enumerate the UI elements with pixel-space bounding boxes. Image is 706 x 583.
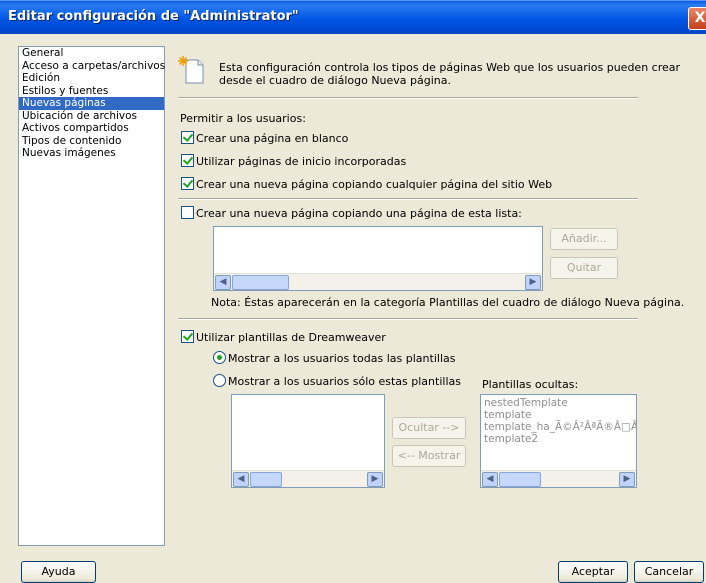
- show-all-label[interactable]: Mostrar a los usuarios todas las plantil…: [228, 352, 455, 365]
- category-item[interactable]: Activos compartidos: [19, 122, 164, 135]
- page-list-scrollbar[interactable]: ◀ ▶: [214, 273, 542, 290]
- copy-from-list-checkbox[interactable]: [181, 206, 194, 219]
- hidden-templates-label: Plantillas ocultas:: [482, 378, 579, 391]
- category-item[interactable]: General: [19, 47, 164, 60]
- blank-page-checkbox[interactable]: [181, 131, 194, 144]
- hidden-template-item[interactable]: nestedTemplate: [481, 397, 636, 409]
- separator: [178, 318, 638, 320]
- close-button[interactable]: X: [688, 7, 706, 30]
- permissions-label: Permitir a los usuarios:: [180, 112, 306, 125]
- visible-templates-scrollbar[interactable]: ◀ ▶: [232, 470, 384, 487]
- description-line-2: desde el cuadro de diálogo Nueva página.: [219, 74, 452, 87]
- separator: [178, 97, 638, 99]
- show-button[interactable]: <-- Mostrar: [392, 445, 466, 467]
- hidden-template-item[interactable]: template2: [481, 433, 636, 445]
- description-line-1: Esta configuración controla los tipos de…: [219, 61, 681, 74]
- blank-page-label[interactable]: Crear una página en blanco: [196, 132, 348, 145]
- copy-from-list-label[interactable]: Crear una nueva página copiando una pági…: [196, 207, 522, 220]
- category-list[interactable]: General Acceso a carpetas/archivos Edición…: [18, 46, 165, 546]
- scroll-left-icon[interactable]: ◀: [482, 472, 498, 487]
- category-item[interactable]: Nuevas páginas: [19, 97, 164, 110]
- category-item[interactable]: Edición: [19, 72, 164, 85]
- scroll-left-icon[interactable]: ◀: [215, 275, 231, 290]
- builtin-pages-label[interactable]: Utilizar páginas de inicio incorporadas: [196, 155, 406, 168]
- scroll-thumb[interactable]: [232, 275, 289, 290]
- copy-any-page-checkbox[interactable]: [181, 177, 194, 190]
- visible-templates-list[interactable]: ◀ ▶: [231, 394, 385, 488]
- help-button[interactable]: Ayuda: [21, 561, 96, 583]
- hidden-templates-scrollbar[interactable]: ◀ ▶: [481, 470, 636, 487]
- category-item[interactable]: Acceso a carpetas/archivos: [19, 60, 165, 73]
- add-button[interactable]: Añadir...: [550, 228, 618, 250]
- category-item[interactable]: Ubicación de archivos: [19, 110, 164, 123]
- hidden-template-item[interactable]: template: [481, 409, 636, 421]
- show-only-radio[interactable]: [213, 374, 226, 387]
- title-bar: Editar configuración de "Administrator" …: [0, 0, 706, 34]
- show-only-label[interactable]: Mostrar a los usuarios sólo estas planti…: [228, 375, 461, 388]
- note-text: Nota: Éstas aparecerán en la categoría P…: [211, 296, 685, 309]
- use-templates-label[interactable]: Utilizar plantillas de Dreamweaver: [196, 331, 386, 344]
- cancel-button[interactable]: Cancelar: [634, 561, 704, 583]
- scroll-right-icon[interactable]: ▶: [619, 472, 635, 487]
- scroll-thumb[interactable]: [250, 472, 282, 487]
- hidden-templates-list[interactable]: nestedTemplate template template_ha_Ã©Â²Âª…: [480, 394, 637, 488]
- ok-button[interactable]: Aceptar: [558, 561, 628, 583]
- scroll-thumb[interactable]: [499, 472, 541, 487]
- hide-button[interactable]: Ocultar -->: [392, 417, 466, 439]
- use-templates-checkbox[interactable]: [181, 330, 194, 343]
- show-all-radio[interactable]: [213, 351, 226, 364]
- builtin-pages-checkbox[interactable]: [181, 154, 194, 167]
- window-title: Editar configuración de "Administrator": [8, 9, 299, 24]
- hidden-template-item[interactable]: template_ha_Ã©Â²ÂªÃ®Â□Â: [481, 421, 636, 433]
- scroll-right-icon[interactable]: ▶: [367, 472, 383, 487]
- page-list[interactable]: ◀ ▶: [213, 226, 543, 291]
- scroll-left-icon[interactable]: ◀: [233, 472, 249, 487]
- category-item[interactable]: Nuevas imágenes: [19, 147, 164, 160]
- remove-button[interactable]: Quitar: [550, 257, 618, 279]
- category-item[interactable]: Tipos de contenido: [19, 135, 164, 148]
- category-item[interactable]: Estilos y fuentes: [19, 85, 164, 98]
- new-page-icon: [178, 55, 206, 85]
- separator: [178, 198, 638, 200]
- scroll-right-icon[interactable]: ▶: [525, 275, 541, 290]
- copy-any-page-label[interactable]: Crear una nueva página copiando cualquie…: [196, 178, 552, 191]
